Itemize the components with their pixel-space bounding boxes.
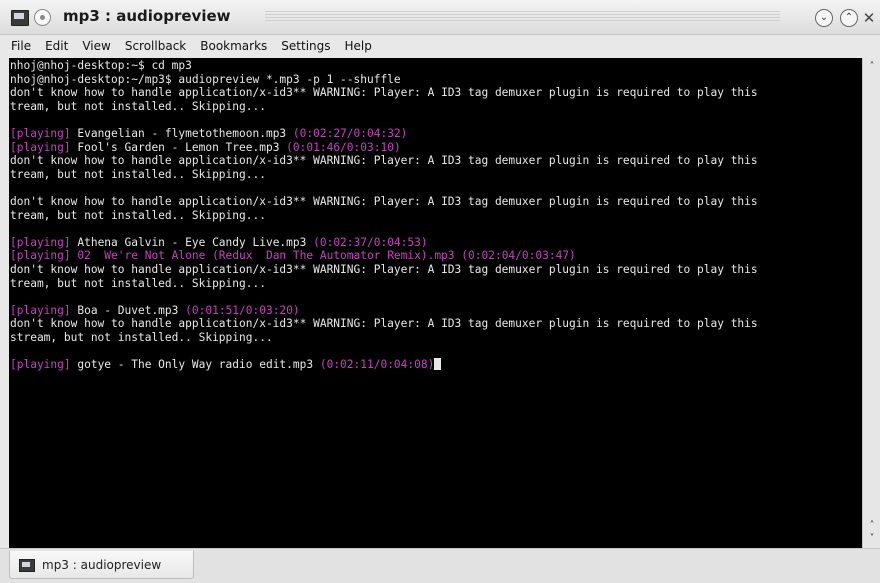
terminal-line: don't know how to handle application/x-i… [10,263,758,277]
close-button[interactable]: ✕ [860,9,878,27]
menu-bookmarks[interactable]: Bookmarks [200,39,267,53]
text-cursor [434,358,442,371]
terminal-text: nhoj@nhoj-desktop:~/mp3$ audiopreview *.… [10,72,401,86]
terminal-line: don't know how to handle application/x-i… [10,86,758,100]
maximize-button[interactable]: ⌃ [840,9,858,27]
tab-bar: mp3 : audiopreview [0,548,880,583]
title-grip [265,11,780,23]
terminal-text: gotye - The Only Way radio edit.mp3 [70,358,320,372]
track-time: (0:02:27/0:04:32) [292,126,408,140]
window-menu-icon[interactable] [34,9,51,26]
terminal-tab-icon [19,559,35,572]
track-time: (0:01:51/0:03:20) [185,303,300,317]
scroll-up-icon[interactable]: ˄ [866,520,878,532]
scroll-down-icon[interactable]: ˅ [866,533,878,545]
playing-tag: [playing] [10,126,71,140]
terminal-line: [playing] Fool's Garden - Lemon Tree.mp3… [10,141,758,155]
terminal-line: stream, but not installed.. Skipping... [10,331,758,345]
terminal-text: don't know how to handle application/x-i… [10,194,758,208]
terminal-line: don't know how to handle application/x-i… [10,154,758,168]
playing-tag: [playing] [10,249,71,263]
terminal-text: nhoj@nhoj-desktop:~$ cd mp3 [10,59,192,72]
menu-bar: File Edit View Scrollback Bookmarks Sett… [0,35,880,57]
terminal-text: tream, but not installed.. Skipping... [10,167,266,181]
track-time: (0:01:46/0:03:10) [286,140,401,154]
playing-tag: 02 We're Not Alone (Redux Dan The Automa… [70,249,462,263]
menu-file[interactable]: File [11,39,31,53]
playing-tag: [playing] [10,358,71,372]
terminal-text: don't know how to handle application/x-i… [10,154,758,168]
menu-view[interactable]: View [82,39,110,53]
track-time: (0:02:37/0:04:53) [313,235,428,249]
playing-tag: [playing] [10,140,71,154]
terminal-text: tream, but not installed.. Skipping... [10,99,266,113]
minimize-button[interactable]: ⌄ [815,9,833,27]
track-time: (0:02:04/0:03:47) [461,249,576,263]
terminal-text: don't know how to handle application/x-i… [10,317,758,331]
playing-tag: [playing] [10,303,71,317]
terminal-text: Boa - Duvet.mp3 [70,303,186,317]
scroll-up-icon[interactable]: ˄ [866,61,878,73]
terminal-line: [playing] Boa - Duvet.mp3 (0:01:51/0:03:… [10,304,758,318]
terminal-app-icon[interactable] [11,10,29,26]
title-bar[interactable]: mp3 : audiopreview ⌄ ⌃ ✕ [0,0,880,35]
terminal-line: [playing] 02 We're Not Alone (Redux Dan … [10,249,758,263]
track-time: (0:02:11/0:04:08) [319,358,435,372]
tab-label: mp3 : audiopreview [42,558,162,572]
terminal-text: don't know how to handle application/x-i… [10,262,758,276]
terminal-line: nhoj@nhoj-desktop:~$ cd mp3 [10,59,758,73]
terminal-line: tream, but not installed.. Skipping... [10,277,758,291]
terminal-text: don't know how to handle application/x-i… [10,86,758,100]
terminal-output[interactable]: nhoj@nhoj-desktop:~$ cd mp3 nhoj@nhoj-des… [9,58,862,548]
terminal-text: tream, but not installed.. Skipping... [10,208,266,222]
menu-help[interactable]: Help [345,39,372,53]
window-title: mp3 : audiopreview [63,7,231,25]
menu-settings[interactable]: Settings [281,39,330,53]
terminal-line: [playing] Evangelian - flymetothemoon.mp… [10,127,758,141]
terminal-text: tream, but not installed.. Skipping... [10,276,266,290]
playing-tag: [playing] [10,235,71,249]
terminal-lines: nhoj@nhoj-desktop:~$ cd mp3 nhoj@nhoj-des… [10,59,758,372]
terminal-line: don't know how to handle application/x-i… [10,317,758,331]
terminal-line: [playing] Athena Galvin - Eye Candy Live… [10,236,758,250]
konsole-window: mp3 : audiopreview ⌄ ⌃ ✕ File Edit View … [0,0,880,583]
terminal-text: Evangelian - flymetothemoon.mp3 [70,126,293,140]
terminal-line: tream, but not installed.. Skipping... [10,100,758,114]
terminal-text: Athena Galvin - Eye Candy Live.mp3 [70,235,314,249]
vertical-scrollbar[interactable]: ˄ ˄ ˅ [862,58,880,548]
menu-scrollback[interactable]: Scrollback [125,39,186,53]
terminal-text: Fool's Garden - Lemon Tree.mp3 [70,140,287,154]
scrollbar-track[interactable] [867,78,877,514]
terminal-line: tream, but not installed.. Skipping... [10,209,758,223]
terminal-line: nhoj@nhoj-desktop:~/mp3$ audiopreview *.… [10,73,758,87]
menu-edit[interactable]: Edit [45,39,68,53]
tab-mp3-audiopreview[interactable]: mp3 : audiopreview [9,551,194,579]
terminal-line: don't know how to handle application/x-i… [10,195,758,209]
terminal-text: stream, but not installed.. Skipping... [10,330,273,344]
terminal-line: tream, but not installed.. Skipping... [10,168,758,182]
terminal-line: [playing] gotye - The Only Way radio edi… [10,358,758,372]
